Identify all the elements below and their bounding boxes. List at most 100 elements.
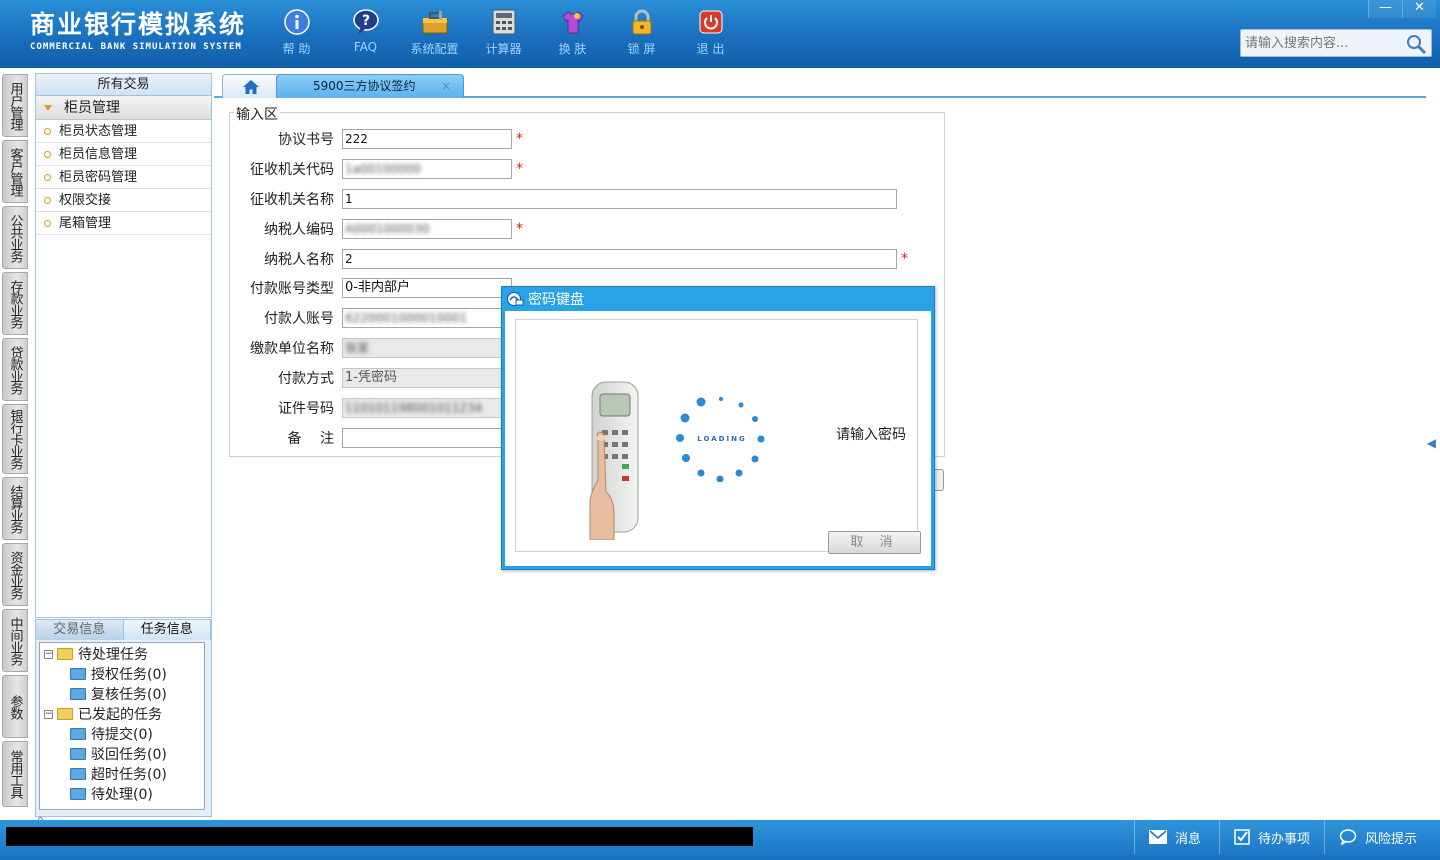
masked-value: 6220001000010001 [345,311,468,325]
dialog-content: LOADING 请输入密码 取 消 [515,319,921,554]
collapse-icon[interactable]: − [44,709,53,719]
tree-node-pending[interactable]: − 待处理任务 [40,644,204,664]
vnav-label: 存款业务 [7,279,23,328]
skin-label: 换 肤 [558,42,587,56]
row-payment-method: 付款方式 1-凭密码 [230,367,502,389]
tree-node-rejected[interactable]: 驳回任务(0) [40,744,204,764]
tree-node-to-process[interactable]: 待处理(0) [40,784,204,804]
tree-node-timeout[interactable]: 超时任务(0) [40,764,204,784]
minimize-button[interactable]: — [1368,0,1402,18]
bullet-icon [44,173,51,181]
messages-button[interactable]: 消息 [1134,820,1219,854]
cancel-button[interactable]: 取 消 [828,531,921,554]
bullet-icon [44,150,51,158]
menu-permission-handover[interactable]: 权限交接 [36,189,211,212]
tab-agreement-signing[interactable]: 5900三方协议签约 × [276,74,464,98]
menu-label: 权限交接 [59,192,112,208]
tree-label: 授权任务(0) [91,667,167,683]
tree-node-review[interactable]: 复核任务(0) [40,684,204,704]
masked-value: 110101198001011234 [345,401,483,415]
keyboard-app-icon [507,292,524,306]
tab-transaction-info[interactable]: 交易信息 [36,620,124,640]
faq-label: FAQ [353,40,378,54]
payer-account-input[interactable]: 6220001000010001 [342,308,502,328]
password-prompt: 请输入密码 [836,427,906,443]
vnav-bank-card-business[interactable]: 银行卡业务 [2,404,28,474]
vnav-label: 中间业务 [7,616,23,665]
vnav-settlement-business[interactable]: 结算业务 [2,477,28,540]
search-icon[interactable] [1405,33,1427,59]
menu-teller-password[interactable]: 柜员密码管理 [36,166,211,189]
row-taxpayer-name: 纳税人名称 2 * [230,248,908,270]
vnav-intermediate-business[interactable]: 中间业务 [2,609,28,672]
tax-office-code-input[interactable]: 1a00100000 [342,159,512,179]
input-area-legend: 输入区 [234,104,280,124]
account-type-select[interactable]: 0-非内部户 [342,278,512,298]
menu-teller-status[interactable]: 柜员状态管理 [36,120,211,143]
collapse-icon[interactable]: − [44,649,53,659]
vnav-user-management[interactable]: 用户管理 [2,74,28,137]
tab-label: 5900三方协议签约 [313,79,416,93]
tree-node-authorize[interactable]: 授权任务(0) [40,664,204,684]
required-mark: * [516,221,523,237]
field-label: 备 注 [287,431,334,447]
vnav-public-business[interactable]: 公共业务 [2,206,28,269]
tree-label: 已发起的任务 [78,707,162,723]
search-input[interactable] [1241,30,1401,56]
vertical-nav: 用户管理 客户管理 公共业务 存款业务 贷款业务 银行卡业务 结算业务 资金业务… [0,68,34,820]
vnav-loan-business[interactable]: 贷款业务 [2,338,28,401]
calculator-button[interactable]: 计算器 [469,8,538,57]
vnav-fund-business[interactable]: 资金业务 [2,543,28,606]
group-teller-management[interactable]: 柜员管理 [36,96,211,120]
vnav-deposit-business[interactable]: 存款业务 [2,272,28,335]
tree-label: 待处理(0) [91,787,153,803]
expand-arrow-icon[interactable]: ◀ [1427,436,1436,450]
task-panel: 交易信息 任务信息 − 待处理任务 授权任务(0) 复核任务(0) − 已发起的… [35,619,212,822]
taxpayer-code-input[interactable]: A0001000030 [342,219,512,239]
row-remarks: 备 注 [230,427,502,449]
tree-node-initiated[interactable]: − 已发起的任务 [40,704,204,724]
menu-teller-info[interactable]: 柜员信息管理 [36,143,211,166]
help-button[interactable]: 帮 助 [262,8,331,57]
lock-screen-button[interactable]: 锁 屏 [607,8,676,57]
vnav-label: 结算业务 [7,484,23,533]
bullet-icon [44,219,51,227]
tree-label: 驳回任务(0) [91,747,167,763]
faq-button[interactable]: ? FAQ [331,8,400,57]
lock-screen-label: 锁 屏 [627,42,656,56]
risk-alert-button[interactable]: 风险提示 [1324,820,1440,854]
tax-office-name-input[interactable]: 1 [342,189,897,209]
row-account-type: 付款账号类型 0-非内部户 [230,277,512,299]
lock-icon [628,8,656,36]
skin-button[interactable]: 换 肤 [538,8,607,57]
folder-icon [70,728,86,740]
app-header: 商业银行模拟系统 COMMERCIAL BANK SIMULATION SYST… [0,0,1440,68]
brand: 商业银行模拟系统 COMMERCIAL BANK SIMULATION SYST… [30,10,246,52]
close-window-button[interactable]: ✕ [1402,0,1436,18]
row-agreement-no: 协议书号 222 * [230,128,523,150]
exit-button[interactable]: 退 出 [676,8,745,57]
question-icon: ? [352,8,380,36]
todo-button[interactable]: 待办事项 [1219,820,1324,854]
system-config-button[interactable]: 系统配置 [400,8,469,57]
field-label: 缴款单位名称 [250,341,334,357]
taxpayer-name-input[interactable]: 2 [342,249,897,269]
dialog-title: 密码键盘 [528,292,584,308]
vnav-customer-management[interactable]: 客户管理 [2,140,28,203]
field-label: 征收机关名称 [250,192,334,208]
system-config-label: 系统配置 [410,42,459,56]
agreement-no-input[interactable]: 222 [342,129,512,149]
close-tab-icon[interactable]: × [441,75,451,97]
field-label: 征收机关代码 [250,162,334,178]
task-tree: − 待处理任务 授权任务(0) 复核任务(0) − 已发起的任务 待提交(0) [39,642,205,810]
tab-task-info[interactable]: 任务信息 [123,620,211,640]
menu-tail-box[interactable]: 尾箱管理 [36,212,211,235]
home-icon [243,79,259,94]
vnav-common-tools[interactable]: 常用工具 [2,741,28,807]
tab-home[interactable] [222,74,280,98]
vnav-parameters[interactable]: 参数 [2,675,28,738]
required-mark: * [901,251,908,267]
remarks-input[interactable] [342,428,502,448]
dialog-title-bar: 密码键盘 [502,287,934,311]
tree-node-to-submit[interactable]: 待提交(0) [40,724,204,744]
